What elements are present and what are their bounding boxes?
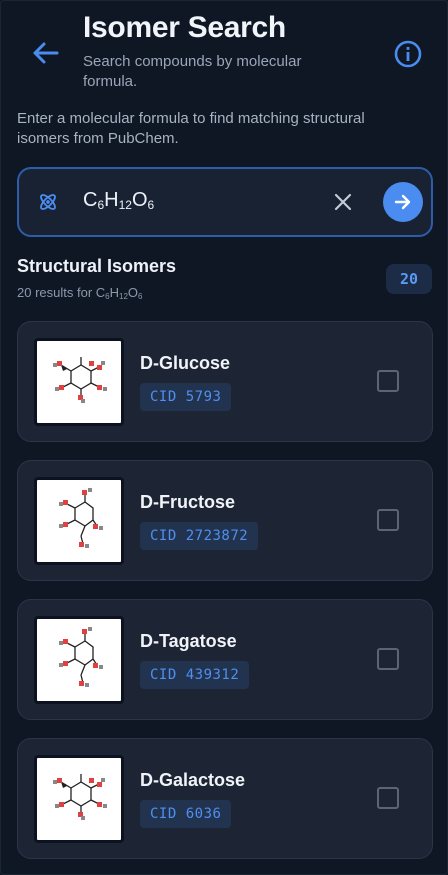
structure-image [34,616,124,704]
compound-card[interactable]: D-Galactose CID 6036 [17,738,433,859]
compound-name: D-Tagatose [140,631,237,651]
results-title: Structural Isomers [17,256,177,276]
clear-icon[interactable] [333,192,353,212]
cid-badge: CID 5793 [140,383,232,411]
search-submit-button[interactable] [383,182,423,222]
cid-badge: CID 439312 [140,661,250,689]
compound-card[interactable]: D-Glucose CID 5793 [17,321,433,442]
compound-card[interactable]: D-Fructose CID 2723872 [17,460,433,581]
results-count-badge: 20 [386,264,432,294]
structure-image [34,755,124,843]
formula-search-field[interactable]: C6H12O6 [17,167,433,237]
page-subtitle: Search compounds by molecular formula. [83,53,302,90]
select-checkbox[interactable] [377,787,399,809]
structure-image [34,338,124,426]
arrow-right-icon [394,194,411,210]
cid-badge: CID 6036 [140,800,232,828]
cid-badge: CID 2723872 [140,522,259,550]
select-checkbox[interactable] [377,509,399,531]
intro-text: Enter a molecular formula to find matchi… [17,110,365,147]
compound-name: D-Glucose [140,353,231,373]
compound-name: D-Fructose [140,492,236,512]
formula-input[interactable]: C6H12O6 [83,189,154,212]
app-frame: Isomer Search Search compounds by molecu… [0,0,448,875]
compound-name: D-Galactose [140,770,246,790]
info-button[interactable] [389,35,427,73]
compound-card[interactable]: D-Tagatose CID 439312 [17,599,433,720]
structure-image [34,477,124,565]
info-icon [394,40,422,68]
select-checkbox[interactable] [377,370,399,392]
results-subtitle: 20 results for C6H12O6 [17,285,143,301]
header: Isomer Search Search compounds by molecu… [1,1,447,99]
select-checkbox[interactable] [377,648,399,670]
atom-icon [40,194,56,210]
back-button[interactable] [25,33,65,73]
page-title: Isomer Search [83,11,286,44]
back-arrow-icon [33,42,59,64]
